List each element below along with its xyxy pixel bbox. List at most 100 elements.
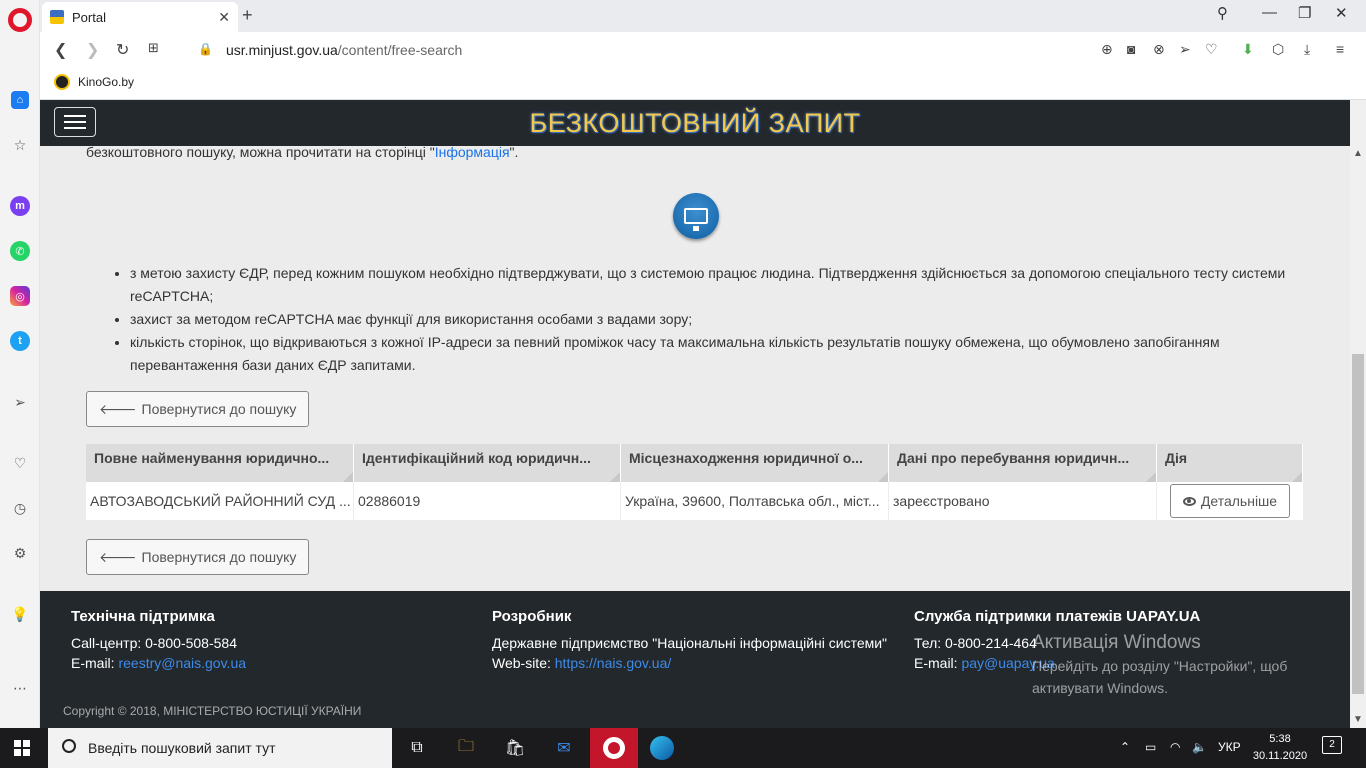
details-button[interactable]: Детальніше [1169,484,1291,518]
arrow-left-icon: 🡐 [99,400,137,417]
lock-icon: 🔒 [198,42,213,56]
bookmark-kinogo[interactable]: KinoGo.by [54,74,134,90]
store-icon[interactable]: 🛍 [501,734,529,762]
site-label: Web-site: [492,655,555,671]
more-dots-icon[interactable]: ⋯ [10,678,30,698]
bookmarks-bar: KinoGo.by [40,68,1366,100]
support-call-center: Call-центр: 0-800-508-584 [71,635,237,651]
url-path: /content/free-search [337,42,463,58]
notifications-count: 2 [1322,736,1342,754]
back-icon[interactable]: ❮ [54,40,67,60]
settings-gear-icon[interactable]: ⚙ [10,543,30,563]
flow-send-icon[interactable]: ➢ [10,392,30,412]
search-icon [62,739,76,753]
forward-icon[interactable]: ❯ [86,40,99,60]
tray-volume-icon[interactable]: 🔈 [1192,740,1207,754]
tray-battery-icon[interactable]: ▭ [1145,740,1156,754]
site-navbar: БЕЗКОШТОВНИЙ ЗАПИТ [40,100,1350,146]
footer-developer: Розробник Державне підприємство "Націона… [492,607,887,673]
instagram-icon[interactable]: ◎ [10,286,30,306]
mail-icon[interactable]: ✉ [550,734,578,762]
email-label: E-mail: [914,655,962,671]
extensions-cube-icon[interactable]: ⬡ [1272,41,1284,58]
developer-site-link[interactable]: https://nais.gov.ua/ [555,655,671,671]
page-scrollbar[interactable]: ▲ ▼ [1350,100,1366,728]
cell-address: Україна, 39600, Полтавська обл., міст... [621,482,889,520]
tray-language[interactable]: УКР [1218,740,1241,754]
new-tab-icon[interactable]: + [242,5,253,26]
opera-taskbar-icon[interactable] [590,728,638,768]
windows-activation-watermark: Активація Windows Перейдіть до розділу "… [1032,632,1287,698]
minimize-icon[interactable]: — [1262,4,1277,21]
clock-date: 30.11.2020 [1252,750,1308,762]
col-address-header[interactable]: Місцезнаходження юридичної о... [621,444,889,482]
developer-title: Розробник [492,608,572,625]
maximize-icon[interactable]: ❐ [1298,4,1311,22]
list-item: кількість сторінок, що відкриваються з к… [130,331,1310,377]
whatsapp-icon[interactable]: ✆ [10,241,30,261]
zoom-icon[interactable]: ⊕ [1101,41,1113,58]
bookmark-heart-icon[interactable]: ♡ [1205,41,1218,58]
url-field[interactable]: usr.minjust.gov.ua/content/free-search [226,42,462,58]
page-title: БЕЗКОШТОВНИЙ ЗАПИТ [529,108,861,138]
reload-icon[interactable]: ↻ [116,40,129,60]
twitter-icon[interactable]: t [10,331,30,351]
snapshot-camera-icon[interactable]: ◙ [1127,41,1135,57]
tray-clock[interactable]: 5:38 30.11.2020 [1252,731,1308,765]
bookmark-label: KinoGo.by [78,75,135,89]
col-code-header[interactable]: Ідентифікаційний код юридичн... [354,444,621,482]
tab-title: Portal [72,9,106,25]
back-to-search-button-bottom[interactable]: 🡐 Повернутися до пошуку [86,539,310,575]
payments-title: Служба підтримки платежів UAPAY.UA [914,608,1201,625]
support-email-link[interactable]: reestry@nais.gov.ua [118,655,246,671]
close-tab-icon[interactable]: ✕ [218,9,230,26]
info-link[interactable]: Інформація [435,144,510,160]
home-icon[interactable]: ⌂ [10,90,30,110]
details-label: Детальніше [1200,493,1278,509]
scroll-thumb[interactable] [1352,354,1364,694]
col-status-header[interactable]: Дані про перебування юридичн... [889,444,1157,482]
col-action-header: Дія [1157,444,1303,482]
tabs-grid-icon[interactable]: ⊞ [148,40,159,56]
results-table: Повне найменування юридично... Ідентифік… [86,444,1303,520]
intro-text: безкоштовного пошуку, можна прочитати на… [86,144,518,160]
extension-download-icon[interactable]: ⬇ [1242,41,1254,58]
messenger-icon[interactable]: m [10,196,30,216]
adblock-icon[interactable]: ⊗ [1153,41,1165,58]
list-item: з метою захисту ЄДР, перед кожним пошуко… [130,262,1310,308]
scroll-down-icon[interactable]: ▼ [1353,714,1363,725]
footer-support: Технічна підтримка Call-центр: 0-800-508… [71,607,246,673]
intro-text-after: ". [509,144,519,160]
back-button-label: Повернутися до пошуку [141,401,297,417]
back-to-search-button[interactable]: 🡐 Повернутися до пошуку [86,391,310,427]
windows-start-icon[interactable] [14,740,30,756]
history-clock-icon[interactable]: ◷ [10,498,30,518]
list-item: захист за методом reCAPTCHA має функції … [130,308,1310,331]
tray-wifi-icon[interactable]: ◠ [1170,740,1180,754]
notifications-icon[interactable]: 2 [1322,736,1342,754]
scroll-up-icon[interactable]: ▲ [1353,148,1363,159]
edge-icon[interactable] [648,734,676,762]
tray-chevron-icon[interactable]: ⌃ [1120,740,1130,754]
col-name-header[interactable]: Повне найменування юридично... [86,444,354,482]
table-header: Повне найменування юридично... Ідентифік… [86,444,1303,482]
taskbar-search-input[interactable]: Введіть пошуковий запит тут [48,728,392,768]
monitor-icon [673,193,719,239]
task-view-icon[interactable]: ⧉ [403,734,431,762]
close-window-icon[interactable]: ✕ [1335,4,1348,22]
back-button-label: Повернутися до пошуку [141,549,297,565]
tips-bulb-icon[interactable]: 💡 [10,604,30,624]
opera-logo-icon[interactable] [8,8,32,32]
eye-icon [1182,496,1196,506]
file-explorer-icon[interactable]: 🗀 [452,734,480,762]
downloads-icon[interactable]: ⤓ [1304,41,1310,58]
cell-status: зареєстровано [889,482,1157,520]
cell-name: АВТОЗАВОДСЬКИЙ РАЙОННИЙ СУД ... [86,482,354,520]
send-icon[interactable]: ➢ [1179,41,1191,58]
heart-icon[interactable]: ♡ [10,453,30,473]
bookmarks-star-icon[interactable]: ☆ [10,135,30,155]
easy-setup-icon[interactable]: ≡ [1336,41,1344,57]
search-tabs-icon[interactable]: ⚲ [1217,4,1228,22]
watermark-line3: активувати Windows. [1032,680,1168,696]
tab-portal[interactable]: Portal ✕ [42,2,238,32]
